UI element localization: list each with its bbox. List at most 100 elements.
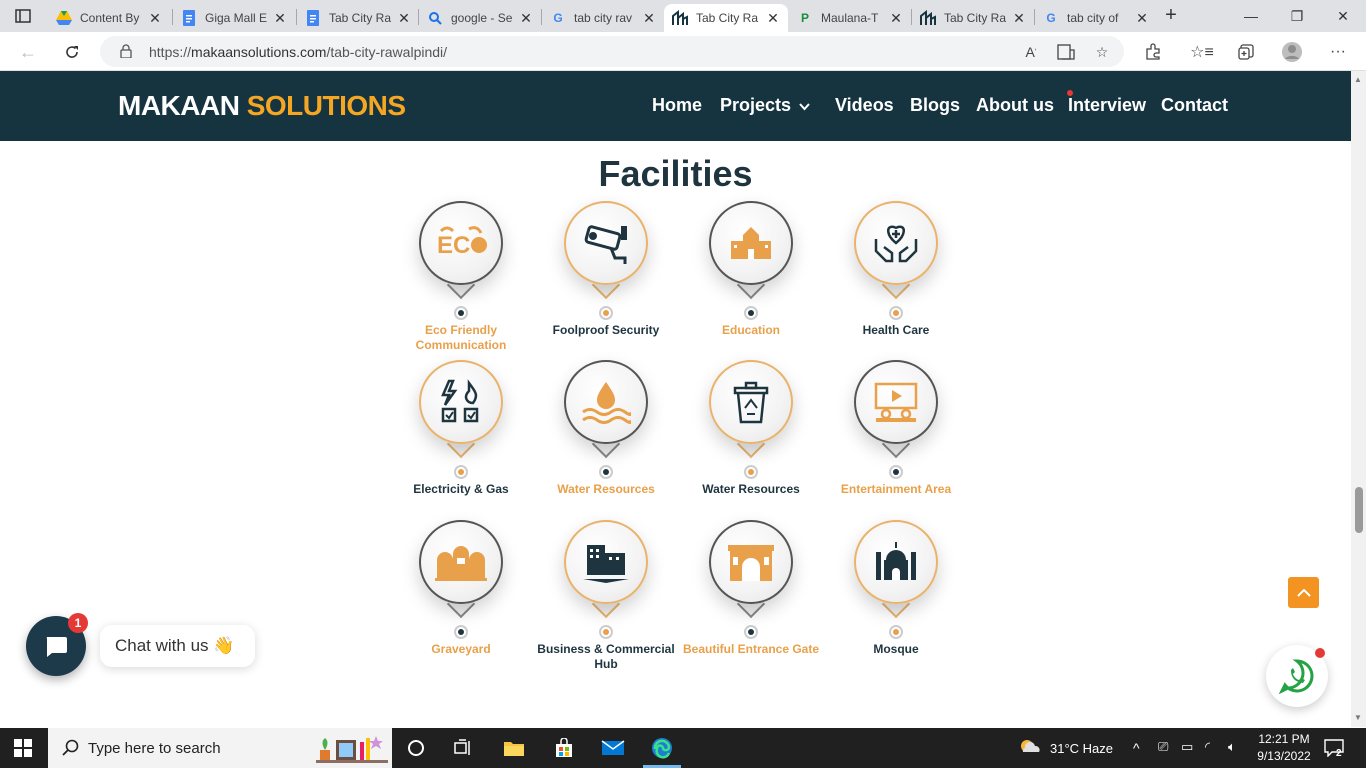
refresh-icon[interactable] xyxy=(60,40,84,64)
facility-label: Business & Commercial Hub xyxy=(537,642,675,671)
tab-actions-icon[interactable] xyxy=(8,6,38,26)
browser-tab[interactable]: P Maulana-T ✕ xyxy=(789,4,911,32)
nav-videos[interactable]: Videos xyxy=(835,95,894,116)
facility-item: Beautiful Entrance Gate xyxy=(681,520,821,680)
pin-dot xyxy=(889,306,903,320)
taskbar-search-box[interactable]: Type here to search xyxy=(48,728,392,768)
nav-contact[interactable]: Contact xyxy=(1161,95,1228,116)
chevron-up-icon xyxy=(1296,588,1311,597)
restore-icon[interactable]: ❐ xyxy=(1274,4,1320,28)
weather-haze-icon[interactable] xyxy=(1017,736,1041,760)
pin-dot xyxy=(454,625,468,639)
taskbar-clock[interactable]: 12:21 PM 9/13/2022 xyxy=(1254,731,1314,765)
read-aloud-icon[interactable]: Aʼ xyxy=(1021,42,1041,62)
tab-title: google - Se xyxy=(451,11,513,25)
search-icon xyxy=(427,10,443,26)
close-icon[interactable]: ✕ xyxy=(766,10,780,27)
close-icon[interactable]: ✕ xyxy=(889,10,903,27)
file-explorer-icon[interactable] xyxy=(502,736,526,760)
search-highlight-illustration-icon xyxy=(316,736,388,763)
close-icon[interactable]: ✕ xyxy=(148,10,162,27)
notifications-icon[interactable] xyxy=(1322,736,1346,760)
nav-home[interactable]: Home xyxy=(652,95,702,116)
wifi-icon[interactable]: ◜ xyxy=(1205,739,1210,755)
scroll-to-top-button[interactable] xyxy=(1288,577,1319,608)
facility-label: Entertainment Area xyxy=(840,482,952,496)
health-care-icon xyxy=(866,213,926,273)
scrollbar-thumb[interactable] xyxy=(1355,487,1363,533)
edge-browser-icon[interactable] xyxy=(650,736,674,760)
nav-new-indicator xyxy=(1067,90,1073,96)
immersive-reader-icon[interactable] xyxy=(1056,42,1076,62)
facility-label: Foolproof Security xyxy=(552,323,660,337)
site-logo[interactable]: MAKAAN SOLUTIONS xyxy=(118,90,406,122)
more-menu-icon[interactable]: ··· xyxy=(1326,40,1350,64)
close-icon[interactable]: ✕ xyxy=(1135,10,1149,27)
show-hidden-icons-icon[interactable]: ^ xyxy=(1133,740,1140,756)
url-text[interactable]: https://makaansolutions.com/tab-city-raw… xyxy=(149,44,447,60)
graveyard-icon xyxy=(431,532,491,592)
browser-tab[interactable]: Content By ✕ xyxy=(48,4,170,32)
facilities-title: Facilities xyxy=(598,153,753,194)
windows-start-icon[interactable] xyxy=(14,739,32,757)
vertical-scrollbar[interactable]: ▲ ▼ xyxy=(1351,71,1366,727)
browser-tab[interactable]: Giga Mall E ✕ xyxy=(173,4,295,32)
extensions-icon[interactable] xyxy=(1141,40,1165,64)
close-icon[interactable]: ✕ xyxy=(642,10,656,27)
minimize-icon[interactable]: — xyxy=(1228,4,1274,28)
chat-with-us-bubble[interactable]: Chat with us 👋 xyxy=(100,625,255,667)
profile-avatar-icon[interactable] xyxy=(1280,40,1304,64)
site-header: MAKAAN SOLUTIONS Home Projects Videos Bl… xyxy=(0,71,1351,141)
browser-tab[interactable]: Tab City Ra ✕ xyxy=(297,4,419,32)
close-icon[interactable]: ✕ xyxy=(397,10,411,27)
close-icon[interactable]: ✕ xyxy=(519,10,533,27)
microsoft-store-icon[interactable] xyxy=(552,736,576,760)
url-domain: makaansolutions.com xyxy=(191,44,327,60)
nav-about-us[interactable]: About us xyxy=(976,95,1054,116)
school-icon xyxy=(721,213,781,273)
facility-label: Graveyard xyxy=(431,642,491,656)
close-icon[interactable]: ✕ xyxy=(273,10,287,27)
mosque-icon xyxy=(866,532,926,592)
logo-part-1: MAKAAN xyxy=(118,90,240,121)
window-close-icon[interactable]: ✕ xyxy=(1320,4,1366,28)
browser-tab[interactable]: G tab city of ✕ xyxy=(1035,4,1157,32)
taskbar-search-placeholder: Type here to search xyxy=(88,740,221,757)
facility-item: Water Resources xyxy=(681,360,821,520)
chat-icon xyxy=(46,637,67,657)
volume-icon[interactable]: 🔈︎ xyxy=(1228,739,1236,755)
address-bar[interactable]: https://makaansolutions.com/tab-city-raw… xyxy=(100,36,1124,67)
battery-icon[interactable]: ▭ xyxy=(1181,739,1193,755)
lock-icon[interactable] xyxy=(120,44,132,59)
google-drive-icon xyxy=(56,10,72,26)
collections-icon[interactable] xyxy=(1234,40,1258,64)
meet-now-icon[interactable]: ⎚ xyxy=(1158,739,1168,755)
nav-interview[interactable]: Interview xyxy=(1068,95,1146,116)
facility-item: Electricity & Gas xyxy=(391,360,531,520)
weather-text[interactable]: 31°C Haze xyxy=(1050,741,1113,756)
nav-projects[interactable]: Projects xyxy=(720,95,810,116)
browser-tab[interactable]: G tab city rav ✕ xyxy=(542,4,664,32)
mail-icon[interactable] xyxy=(601,736,625,760)
close-icon[interactable]: ✕ xyxy=(1012,10,1026,27)
clock-time: 12:21 PM xyxy=(1258,732,1310,746)
buildings-icon xyxy=(576,532,636,592)
cortana-icon[interactable] xyxy=(404,736,428,760)
scroll-down-arrow-icon[interactable]: ▼ xyxy=(1354,713,1362,722)
back-arrow-icon[interactable]: ← xyxy=(16,40,40,64)
browser-tab[interactable]: Tab City Ra ✕ xyxy=(912,4,1034,32)
browser-tab-active[interactable]: Tab City Ra ✕ xyxy=(664,4,788,32)
favorites-icon[interactable]: ☆≡ xyxy=(1190,40,1214,64)
whatsapp-icon xyxy=(1279,659,1314,694)
scroll-up-arrow-icon[interactable]: ▲ xyxy=(1354,75,1362,84)
url-path: /tab-city-rawalpindi/ xyxy=(326,44,448,60)
pin-dot xyxy=(744,465,758,479)
nav-blogs[interactable]: Blogs xyxy=(910,95,960,116)
task-view-icon[interactable] xyxy=(451,736,475,760)
nav-projects-label: Projects xyxy=(720,95,792,115)
add-favorite-icon[interactable]: ☆ xyxy=(1092,42,1112,62)
url-scheme: https:// xyxy=(149,44,192,60)
new-tab-button[interactable]: + xyxy=(1160,5,1182,26)
browser-tab[interactable]: google - Se ✕ xyxy=(419,4,541,32)
facility-label: Eco Friendly Communication xyxy=(415,323,507,352)
